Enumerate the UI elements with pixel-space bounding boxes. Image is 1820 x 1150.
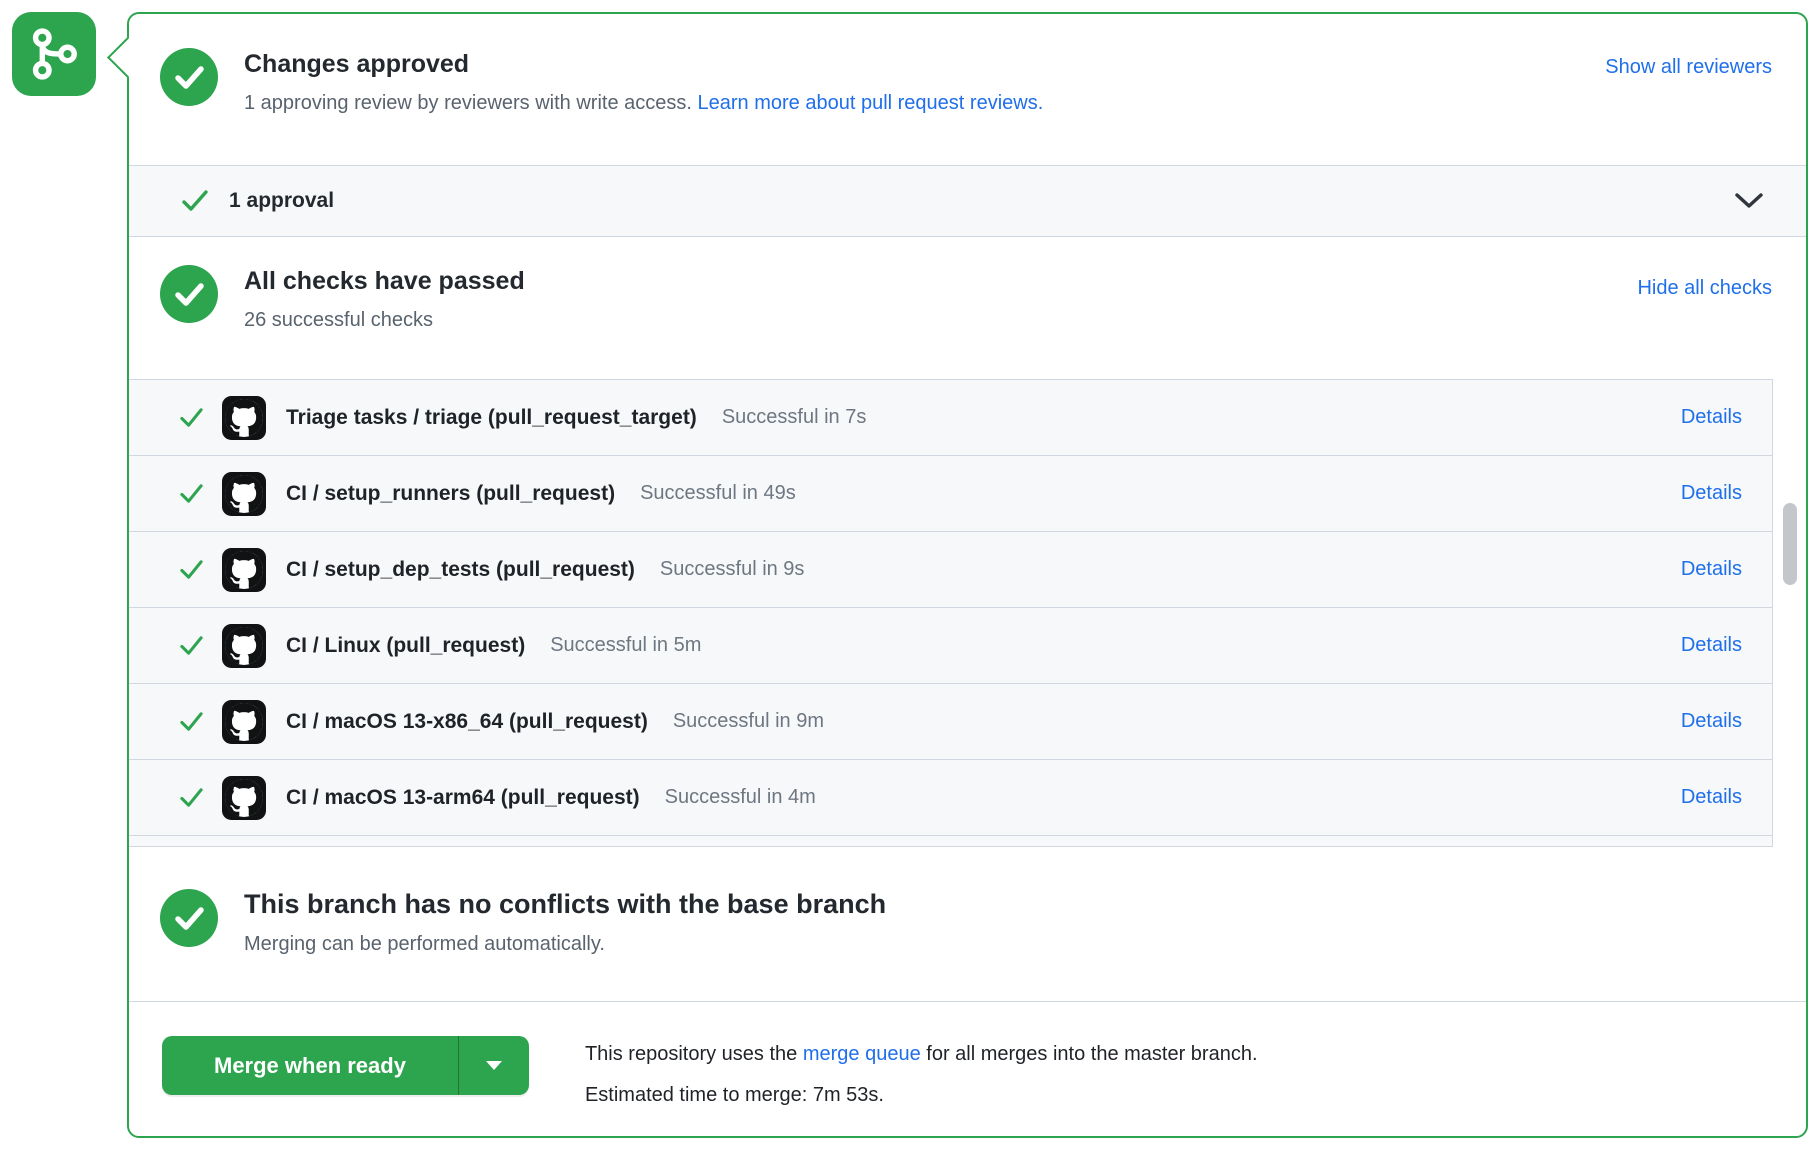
github-actions-icon — [222, 396, 266, 440]
git-merge-icon — [27, 27, 81, 81]
check-status: Successful in 5m — [550, 634, 701, 657]
success-check-icon — [178, 710, 205, 734]
merge-bar: Merge when ready This repository uses th… — [129, 1001, 1806, 1121]
merge-button-label[interactable]: Merge when ready — [162, 1036, 458, 1095]
merge-estimate: Estimated time to merge: 7m 53s. — [585, 1080, 1258, 1111]
review-section: Changes approved 1 approving review by r… — [129, 14, 1806, 165]
github-actions-icon — [222, 624, 266, 668]
details-link[interactable]: Details — [1681, 786, 1742, 809]
review-text: Changes approved 1 approving review by r… — [244, 48, 1043, 117]
approval-check-icon — [180, 188, 210, 214]
approval-summary-label: 1 approval — [229, 189, 334, 213]
dropdown-caret-icon — [486, 1061, 502, 1070]
show-all-reviewers-link[interactable]: Show all reviewers — [1605, 56, 1772, 79]
github-actions-icon — [222, 776, 266, 820]
success-check-icon — [178, 406, 205, 430]
merge-queue-link[interactable]: merge queue — [803, 1043, 921, 1065]
scrollbar-thumb[interactable] — [1783, 503, 1797, 585]
check-row: CI / macOS 13-arm64 (pull_request) Succe… — [129, 760, 1772, 836]
success-check-icon — [178, 558, 205, 582]
merge-when-ready-button[interactable]: Merge when ready — [162, 1036, 529, 1095]
check-name: CI / macOS 13-x86_64 (pull_request) — [286, 710, 648, 734]
learn-more-link[interactable]: Learn more about pull request reviews. — [698, 92, 1044, 114]
chevron-down-icon[interactable] — [1734, 192, 1764, 211]
conflicts-text: This branch has no conflicts with the ba… — [244, 889, 886, 958]
no-conflicts-check-icon — [160, 889, 218, 947]
check-row: CI / Linux (pull_request) Successful in … — [129, 608, 1772, 684]
checks-passed-icon — [160, 265, 218, 323]
approval-summary-row[interactable]: 1 approval — [129, 165, 1806, 237]
github-actions-icon — [222, 548, 266, 592]
checks-rows: Triage tasks / triage (pull_request_targ… — [129, 379, 1773, 847]
details-link[interactable]: Details — [1681, 710, 1742, 733]
review-subtitle-text: 1 approving review by reviewers with wri… — [244, 92, 692, 114]
merge-queue-line: This repository uses the merge queue for… — [585, 1039, 1258, 1070]
check-row: CI / setup_dep_tests (pull_request) Succ… — [129, 532, 1772, 608]
checks-text: All checks have passed 26 successful che… — [244, 265, 525, 334]
git-merge-badge — [12, 12, 96, 96]
merge-queue-line-pre: This repository uses the — [585, 1043, 803, 1065]
checks-list: Triage tasks / triage (pull_request_targ… — [129, 379, 1806, 847]
success-check-icon — [178, 634, 205, 658]
details-link[interactable]: Details — [1681, 558, 1742, 581]
checks-section: All checks have passed 26 successful che… — [129, 237, 1806, 379]
check-status: Successful in 9s — [660, 558, 805, 581]
hide-all-checks-link[interactable]: Hide all checks — [1637, 277, 1772, 300]
check-row: CI / setup_runners (pull_request) Succes… — [129, 456, 1772, 532]
merge-queue-line-post: for all merges into the master branch. — [921, 1043, 1258, 1065]
conflicts-section: This branch has no conflicts with the ba… — [129, 847, 1806, 1001]
success-check-icon — [178, 482, 205, 506]
pr-merge-box: Changes approved 1 approving review by r… — [0, 0, 1820, 1150]
check-status: Successful in 49s — [640, 482, 796, 505]
check-name: CI / macOS 13-arm64 (pull_request) — [286, 786, 640, 810]
check-status: Successful in 7s — [722, 406, 867, 429]
check-name: Triage tasks / triage (pull_request_targ… — [286, 406, 697, 430]
details-link[interactable]: Details — [1681, 406, 1742, 429]
check-name: CI / setup_dep_tests (pull_request) — [286, 558, 635, 582]
check-name: CI / setup_runners (pull_request) — [286, 482, 615, 506]
merge-status-card: Changes approved 1 approving review by r… — [127, 12, 1808, 1138]
github-actions-icon — [222, 472, 266, 516]
github-actions-icon — [222, 700, 266, 744]
checks-title: All checks have passed — [244, 267, 525, 296]
merge-info: This repository uses the merge queue for… — [585, 1036, 1258, 1121]
merge-options-toggle[interactable] — [458, 1036, 529, 1095]
check-name: CI / Linux (pull_request) — [286, 634, 525, 658]
checks-subtitle: 26 successful checks — [244, 306, 525, 334]
details-link[interactable]: Details — [1681, 482, 1742, 505]
approved-check-icon — [160, 48, 218, 106]
review-subtitle: 1 approving review by reviewers with wri… — [244, 89, 1043, 117]
success-check-icon — [178, 786, 205, 810]
review-title: Changes approved — [244, 50, 1043, 79]
check-status: Successful in 9m — [673, 710, 824, 733]
conflicts-title: This branch has no conflicts with the ba… — [244, 889, 886, 920]
check-row: Triage tasks / triage (pull_request_targ… — [129, 380, 1772, 456]
check-status: Successful in 4m — [665, 786, 816, 809]
conflicts-subtitle: Merging can be performed automatically. — [244, 930, 886, 958]
partial-check-row — [129, 836, 1772, 847]
check-row: CI / macOS 13-x86_64 (pull_request) Succ… — [129, 684, 1772, 760]
details-link[interactable]: Details — [1681, 634, 1742, 657]
